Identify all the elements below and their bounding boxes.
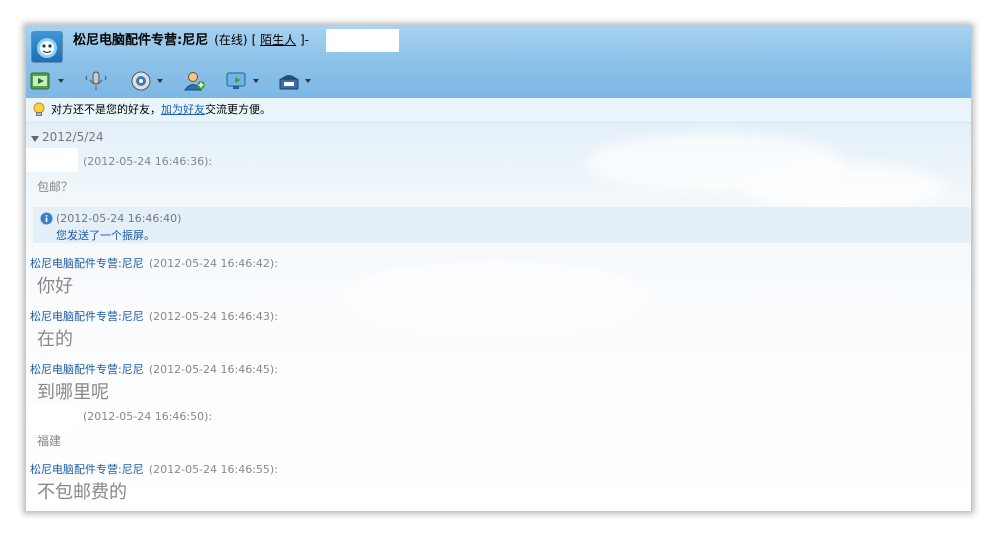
message-text: 不包邮费的 <box>37 482 127 503</box>
friend-notice-bar: 对方还不是您的好友，加为好友交流更方便。 <box>26 98 971 123</box>
bracket-open: [ <box>251 33 257 47</box>
message-timestamp: (2012-05-24 16:46:42): <box>148 257 278 270</box>
message-text: 包邮？ <box>37 180 74 194</box>
message-timestamp: (2012-05-24 16:46:43): <box>148 310 278 323</box>
message-timestamp: (2012-05-24 16:46:36): <box>83 155 213 168</box>
app-button[interactable] <box>277 67 311 95</box>
message-sender[interactable]: 松尼电脑配件专营:尼尼 <box>30 463 144 476</box>
remote-assist-button[interactable] <box>225 67 259 95</box>
message-text: 福建 <box>37 434 62 448</box>
video-button[interactable] <box>129 67 163 95</box>
voice-button[interactable] <box>84 67 108 95</box>
message-sender[interactable]: 松尼电脑配件专营:尼尼 <box>30 310 144 323</box>
chevron-down-icon <box>253 79 259 83</box>
chevron-down-icon <box>157 79 163 83</box>
system-timestamp: (2012-05-24 16:46:40) <box>56 212 182 225</box>
message-header: 松尼电脑配件专营:尼尼 (2012-05-24 16:46:42): <box>30 252 278 271</box>
group-link[interactable]: 陌生人 <box>260 33 296 47</box>
title-row: 松尼电脑配件专营:尼尼 (在线)[ 陌生人 ]- <box>73 31 309 49</box>
title-separator: - <box>304 33 309 47</box>
contact-name: 松尼电脑配件专营:尼尼 <box>73 33 209 48</box>
collapse-arrow-icon[interactable] <box>31 136 39 142</box>
add-contact-icon <box>184 72 205 91</box>
background-cloud <box>746 163 946 213</box>
message-history[interactable]: 2012/5/24 (2012-05-24 16:46:36): 包邮？ (20… <box>26 123 971 511</box>
info-icon <box>40 212 53 225</box>
message-header: 松尼电脑配件专营:尼尼 (2012-05-24 16:46:43): <box>30 305 278 324</box>
send-file-icon <box>30 72 50 90</box>
send-file-button[interactable] <box>30 67 64 95</box>
message-sender[interactable]: 松尼电脑配件专营:尼尼 <box>30 363 144 376</box>
remote-assist-icon <box>226 72 246 89</box>
notice-prefix: 对方还不是您的好友， <box>51 103 161 116</box>
online-status: (在线) <box>214 33 248 47</box>
redacted-sender <box>26 404 78 430</box>
message-text: 你好 <box>37 276 73 297</box>
message-header: 松尼电脑配件专营:尼尼 (2012-05-24 16:46:45): <box>30 358 278 377</box>
lightbulb-icon <box>33 102 45 116</box>
penguin-avatar-icon <box>37 38 57 58</box>
message-timestamp: (2012-05-24 16:46:50): <box>83 410 213 423</box>
system-message: (2012-05-24 16:46:40) 您发送了一个振屏。 <box>33 207 971 243</box>
message-timestamp: (2012-05-24 16:46:55): <box>148 463 278 476</box>
redacted-sender <box>26 148 78 172</box>
add-contact-button[interactable] <box>183 67 207 95</box>
message-text: 到哪里呢 <box>37 382 109 403</box>
redacted-area <box>326 29 399 52</box>
message-text: 在的 <box>37 329 73 350</box>
chevron-down-icon <box>305 79 311 83</box>
video-icon <box>131 71 151 91</box>
avatar[interactable] <box>31 31 63 63</box>
toolbar <box>26 67 971 95</box>
voice-icon <box>85 71 107 90</box>
chevron-down-icon <box>58 79 64 83</box>
chat-window: 松尼电脑配件专营:尼尼 (在线)[ 陌生人 ]- 对方还不是您的好友，加为好友交… <box>26 26 971 511</box>
notice-suffix: 交流更方便。 <box>205 103 271 116</box>
system-text: 您发送了一个振屏。 <box>56 229 155 242</box>
message-sender[interactable]: 松尼电脑配件专营:尼尼 <box>30 257 144 270</box>
background-cloud <box>346 263 646 333</box>
message-timestamp: (2012-05-24 16:46:45): <box>148 363 278 376</box>
message-header: 松尼电脑配件专营:尼尼 (2012-05-24 16:46:55): <box>30 458 278 477</box>
add-friend-link[interactable]: 加为好友 <box>161 103 205 116</box>
date-header: 2012/5/24 <box>42 130 104 144</box>
notice-text: 对方还不是您的好友，加为好友交流更方便。 <box>51 98 271 122</box>
window-header: 松尼电脑配件专营:尼尼 (在线)[ 陌生人 ]- <box>26 26 971 98</box>
app-icon <box>279 75 299 90</box>
